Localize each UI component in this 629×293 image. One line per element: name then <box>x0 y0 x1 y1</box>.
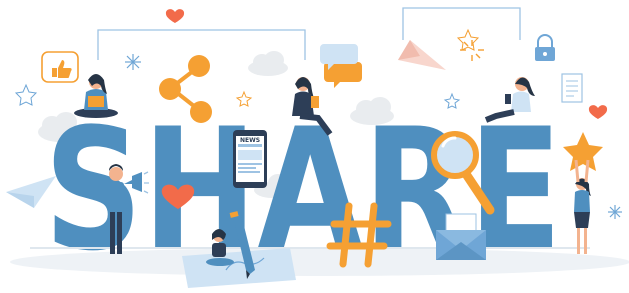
lock-icon <box>535 34 555 61</box>
share-scene: SHARE NEWS <box>6 7 629 288</box>
chat-bubble-icon <box>320 44 362 88</box>
star-icon <box>563 132 603 171</box>
person-holding-star <box>574 159 591 254</box>
phone-icon: NEWS <box>233 130 267 188</box>
document-icon <box>561 73 583 103</box>
like-icon <box>41 51 79 83</box>
sparkle-decorations <box>460 40 484 61</box>
connector-lines <box>97 7 521 60</box>
heart-icon <box>588 105 608 119</box>
heart-icon <box>165 9 185 23</box>
paper-plane-icon <box>398 40 446 70</box>
share-illustration: SHARE NEWS <box>0 0 629 293</box>
phone-news-label: NEWS <box>240 137 260 144</box>
cloud-icon <box>248 51 288 76</box>
